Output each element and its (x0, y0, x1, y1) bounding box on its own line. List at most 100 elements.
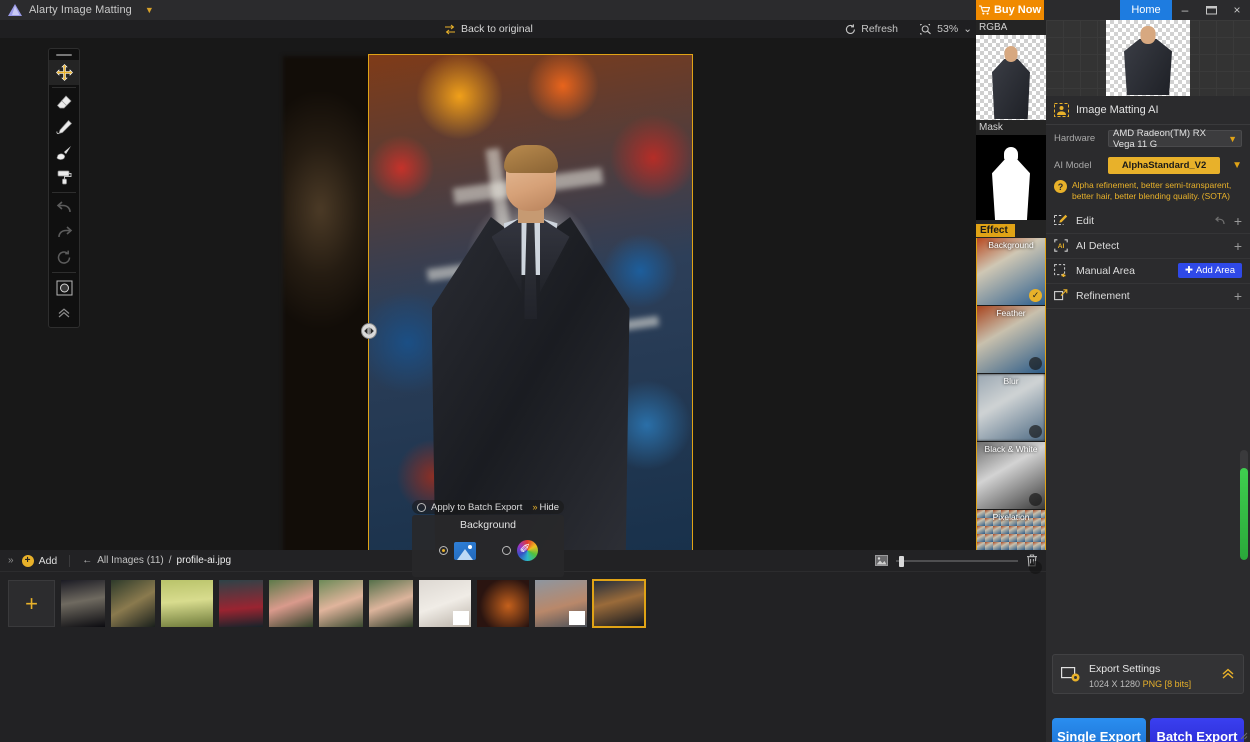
collapse-toolbar-button[interactable] (49, 300, 79, 325)
effect-name: Feather (996, 308, 1026, 318)
manual-area-icon (1054, 264, 1068, 278)
back-to-original-button[interactable]: Back to original (444, 20, 533, 38)
close-button[interactable]: × (1224, 0, 1250, 20)
color-picker-icon[interactable] (516, 540, 538, 561)
thumb-red-dress[interactable] (219, 580, 263, 627)
hide-button[interactable]: » Hide (532, 502, 559, 513)
reset-button[interactable] (49, 245, 79, 270)
right-panel: Image Matting AI Hardware AMD Radeon(TM)… (1046, 20, 1250, 742)
tool-row-refinement[interactable]: Refinement + (1046, 284, 1250, 309)
result-preview-thumbnail[interactable] (1106, 20, 1190, 96)
rgba-thumbnail[interactable] (976, 35, 1046, 120)
background-color-option[interactable] (501, 540, 538, 561)
edit-undo-icon[interactable] (1214, 216, 1226, 226)
chevron-down-icon[interactable]: ▼ (145, 5, 154, 15)
resize-grip[interactable] (1238, 730, 1248, 740)
batch-export-button[interactable]: Batch Export (1150, 718, 1244, 742)
effect-item-feather[interactable]: Feather (977, 306, 1045, 374)
effect-option-badge (1029, 357, 1042, 370)
effect-item-blur[interactable]: Blur (977, 374, 1045, 442)
tool-row-edit[interactable]: Edit + (1046, 209, 1250, 234)
thumb-flower-woman-2[interactable] (319, 580, 363, 627)
zoom-icon (920, 23, 932, 35)
brand[interactable]: Alarty Image Matting ▼ (0, 4, 154, 16)
chevrons-down-icon: » (532, 502, 538, 512)
filmstrip-add-tile[interactable]: + (8, 580, 55, 627)
refresh-button[interactable]: Refresh (845, 20, 898, 38)
apply-to-batch-row[interactable]: Apply to Batch Export » Hide (412, 500, 564, 514)
thumb-bearded-man[interactable] (535, 580, 587, 627)
buy-now-button[interactable]: Buy Now (976, 0, 1044, 20)
compare-split-handle[interactable] (361, 323, 377, 339)
refinement-label: Refinement (1076, 289, 1130, 302)
thumb-portrait-light[interactable] (419, 580, 471, 627)
effect-label[interactable]: Effect (976, 224, 1015, 237)
cart-icon (978, 5, 990, 15)
chevrons-up-icon[interactable] (1221, 668, 1235, 680)
preview-strip (1046, 20, 1250, 96)
brush-icon (56, 144, 73, 161)
thumb-profile-ai-suit[interactable] (592, 579, 646, 628)
thumb-flower-woman-1[interactable] (269, 580, 313, 627)
image-swatch-icon[interactable] (453, 541, 476, 560)
refinement-add-button[interactable]: + (1234, 288, 1242, 304)
export-settings-title: Export Settings (1089, 663, 1161, 675)
ai-model-select[interactable]: AlphaStandard_V2 (1108, 157, 1221, 174)
add-area-button[interactable]: ✚ Add Area (1177, 263, 1242, 279)
toolbar-grip[interactable] (56, 54, 72, 56)
move-tool-button[interactable] (49, 60, 79, 85)
minimize-button[interactable]: – (1172, 0, 1198, 20)
buy-now-label: Buy Now (993, 4, 1042, 16)
roller-tool-button[interactable] (49, 165, 79, 190)
add-images-button[interactable]: + Add (21, 554, 57, 567)
thumb-dragon-art[interactable] (111, 580, 155, 627)
effect-item-black-white[interactable]: Black & White (977, 442, 1045, 510)
effect-item-background[interactable]: Background ✓ (977, 238, 1045, 306)
thumbnail-size-slider[interactable] (896, 555, 1018, 567)
redo-button[interactable] (49, 220, 79, 245)
export-settings-box[interactable]: Export Settings 1024 X 1280 PNG [8 bits] (1052, 654, 1244, 694)
edit-add-button[interactable]: + (1234, 213, 1242, 229)
tool-row-ai-detect[interactable]: AI AI Detect + (1046, 234, 1250, 259)
minimize-icon: – (1181, 3, 1189, 17)
edit-label: Edit (1076, 214, 1095, 227)
help-icon[interactable]: ? (1054, 180, 1067, 193)
export-settings-icon (1061, 666, 1081, 683)
single-export-button[interactable]: Single Export (1052, 718, 1146, 742)
background-image-option[interactable] (438, 541, 476, 560)
rgba-subject-body (992, 59, 1030, 119)
zoom-control[interactable]: 53% ⌄ (920, 20, 972, 38)
hardware-select[interactable]: AMD Radeon(TM) RX Vega 11 G ▼ (1108, 128, 1242, 150)
tool-row-manual-area[interactable]: Manual Area ✚ Add Area (1046, 259, 1250, 284)
restore-pen-tool-button[interactable] (49, 115, 79, 140)
brush-tool-button[interactable] (49, 140, 79, 165)
home-label: Home (1131, 4, 1161, 16)
mask-preview-button[interactable] (49, 275, 79, 300)
apply-to-batch-radio[interactable] (417, 502, 426, 512)
slider-knob[interactable] (899, 555, 904, 567)
chevron-down-icon[interactable]: ⌄ (963, 23, 972, 35)
refresh-icon (845, 23, 856, 35)
chevron-down-icon[interactable]: ▼ (1228, 160, 1242, 171)
ai-model-value: AlphaStandard_V2 (1121, 160, 1207, 171)
background-image-radio[interactable] (438, 546, 448, 555)
mask-thumbnail[interactable] (976, 135, 1046, 220)
result-image[interactable] (368, 54, 693, 570)
ai-detect-add-button[interactable]: + (1234, 238, 1242, 254)
eraser-tool-button[interactable] (49, 90, 79, 115)
maximize-button[interactable] (1198, 0, 1224, 20)
collapse-filmstrip-button[interactable]: » (8, 555, 14, 566)
svg-text:AI: AI (1058, 243, 1065, 250)
thumb-night-bokeh[interactable] (477, 580, 529, 627)
thumb-bicycle[interactable] (161, 580, 213, 627)
filmstrip-bar: » + Add ← All Images (11) / profile-ai.j… (0, 550, 1046, 742)
thumb-flower-woman-3[interactable] (369, 580, 413, 627)
thumb-octopus-woman[interactable] (61, 580, 105, 627)
undo-button[interactable] (49, 195, 79, 220)
background-color-radio[interactable] (501, 546, 511, 555)
effect-name: Background (988, 240, 1034, 250)
breadcrumb-all-images[interactable]: All Images (11) (97, 555, 164, 566)
back-arrow-icon[interactable]: ← (82, 555, 92, 566)
image-stage[interactable]: Apply to Batch Export » Hide Background (0, 38, 976, 577)
home-button[interactable]: Home (1120, 0, 1172, 20)
